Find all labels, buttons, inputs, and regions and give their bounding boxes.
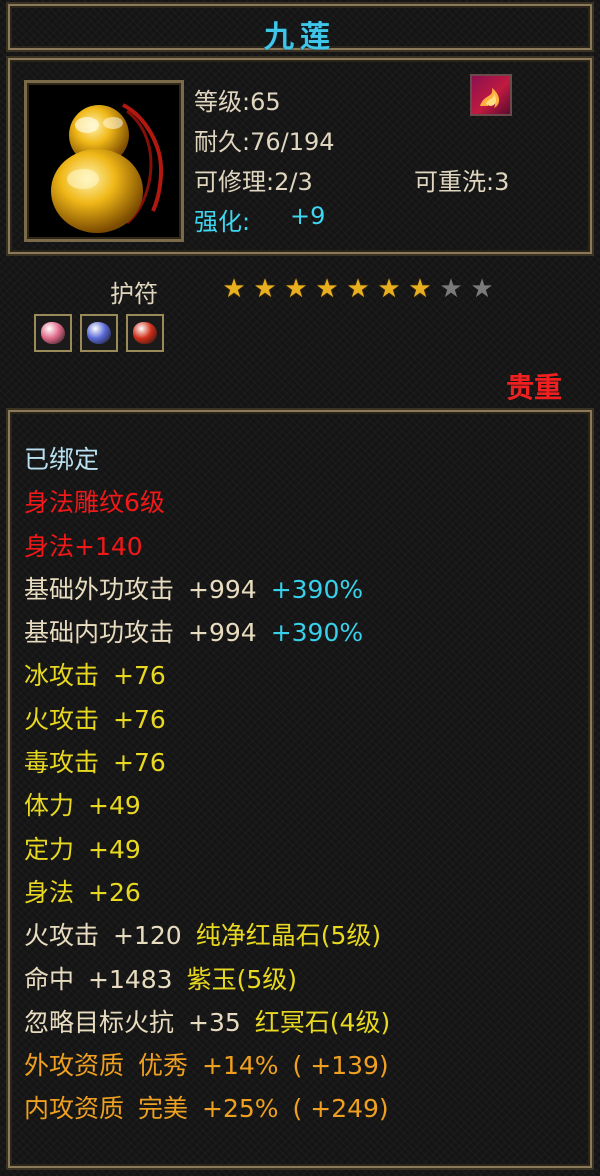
attribute-text: 冰攻击	[24, 661, 100, 691]
attribute-text: +1483	[88, 964, 173, 994]
blue-gem-icon[interactable]	[80, 314, 118, 352]
star-filled-icon: ★	[284, 274, 308, 304]
attribute-text: 已绑定	[24, 445, 100, 474]
red-gem-icon[interactable]	[126, 314, 164, 352]
star-filled-icon: ★	[346, 274, 370, 304]
level: 等级:65	[194, 88, 281, 116]
star-empty-icon: ★	[439, 274, 463, 304]
item-meta: 护符 ★ ★ ★ ★ ★ ★ ★ ★ ★ 贵重	[8, 262, 592, 406]
attribute-text: +25%	[202, 1094, 279, 1124]
star-filled-icon: ★	[222, 274, 246, 304]
attribute-text: 优秀	[138, 1051, 189, 1081]
attribute-row: 冰攻击 +76	[24, 654, 404, 697]
star-rating: ★ ★ ★ ★ ★ ★ ★ ★ ★	[220, 276, 496, 302]
attribute-text: 毒攻击	[24, 748, 100, 778]
attribute-text: 身法+140	[24, 531, 143, 561]
attribute-text: +35	[188, 1007, 241, 1037]
attribute-text: +14%	[202, 1051, 279, 1081]
attribute-row: 已绑定	[24, 438, 404, 481]
rewash-count: 可重洗:3	[414, 168, 510, 196]
attribute-text: 体力	[24, 791, 75, 821]
attribute-text: 火攻击	[24, 921, 100, 951]
attribute-row: 定力 +49	[24, 828, 404, 871]
attribute-row: 基础外功攻击 +994 +390%	[24, 568, 404, 611]
attribute-row: 内攻资质 完美 +25% ( +249)	[24, 1087, 404, 1130]
enhance-value: +9	[290, 202, 326, 230]
attribute-text: 外攻资质	[24, 1051, 125, 1081]
attribute-text: ( +139)	[292, 1051, 389, 1081]
attribute-text: +994	[188, 618, 257, 648]
attribute-text: 定力	[24, 834, 75, 864]
attribute-text: 红冥石(4级)	[254, 1007, 391, 1037]
star-filled-icon: ★	[408, 274, 432, 304]
attribute-row: 基础内功攻击 +994 +390%	[24, 611, 404, 654]
attribute-row: 毒攻击 +76	[24, 741, 404, 784]
attribute-text: 基础外功攻击	[24, 574, 175, 604]
attribute-list: 已绑定身法雕纹6级 身法+140 基础外功攻击 +994 +390% 基础内功攻击 +994…	[24, 438, 404, 1131]
attribute-text: 身法	[24, 877, 75, 907]
enhance-label: 强化:	[194, 208, 251, 236]
attribute-text: 火攻击	[24, 704, 100, 734]
attribute-row: 火攻击 +76	[24, 698, 404, 741]
attribute-text: ( +249)	[292, 1094, 389, 1124]
attribute-text: 完美	[138, 1094, 189, 1124]
attribute-text: +390%	[270, 574, 364, 604]
gem-slots	[34, 314, 164, 352]
attribute-text: +390%	[270, 618, 364, 648]
star-filled-icon: ★	[377, 274, 401, 304]
attribute-text: +76	[113, 661, 166, 691]
repair-count: 可修理:2/3	[194, 168, 313, 196]
attribute-text: 紫玉(5级)	[186, 964, 298, 994]
attribute-row: 外攻资质 优秀 +14% ( +139)	[24, 1044, 404, 1087]
attribute-text: +26	[88, 877, 141, 907]
attribute-row: 忽略目标火抗 +35 红冥石(4级)	[24, 1001, 404, 1044]
item-icon	[24, 80, 184, 242]
attribute-text: +49	[88, 791, 141, 821]
durability: 耐久:76/194	[194, 128, 335, 156]
item-tooltip: 九莲 等级:65 耐久:76/194 可修理:2/3 可重洗:3 强化: +9 …	[0, 0, 600, 1176]
attribute-text: 命中	[24, 964, 75, 994]
attribute-panel: 已绑定身法雕纹6级 身法+140 基础外功攻击 +994 +390% 基础内功攻击 +994…	[8, 410, 592, 1168]
title-bar: 九莲	[8, 4, 592, 55]
star-filled-icon: ★	[253, 274, 277, 304]
attribute-text: +76	[113, 704, 166, 734]
attribute-row: 身法+140	[24, 525, 404, 568]
attribute-text: +49	[88, 834, 141, 864]
gourd-icon	[51, 103, 163, 233]
attribute-text: 忽略目标火抗	[24, 1007, 175, 1037]
attribute-text: 纯净红晶石(5级)	[195, 921, 382, 951]
item-header: 等级:65 耐久:76/194 可修理:2/3 可重洗:3 强化: +9	[8, 58, 592, 254]
attribute-row: 火攻击 +120 纯净红晶石(5级)	[24, 914, 404, 957]
star-filled-icon: ★	[315, 274, 339, 304]
attribute-row: 体力 +49	[24, 784, 404, 827]
flame-skill-icon[interactable]	[470, 74, 512, 116]
attribute-text: 基础内功攻击	[24, 618, 175, 648]
star-empty-icon: ★	[470, 274, 494, 304]
rarity-label: 贵重	[505, 371, 562, 404]
attribute-row: 命中 +1483 紫玉(5级)	[24, 958, 404, 1001]
attribute-text: 身法雕纹6级	[24, 488, 165, 518]
attribute-text: +76	[113, 748, 166, 778]
attribute-text: 内攻资质	[24, 1094, 125, 1124]
attribute-row: 身法雕纹6级	[24, 481, 404, 524]
attribute-row: 身法 +26	[24, 871, 404, 914]
item-type: 护符	[110, 280, 158, 308]
attribute-text: +994	[188, 574, 257, 604]
pink-gem-icon[interactable]	[34, 314, 72, 352]
item-name: 九莲	[264, 20, 336, 55]
attribute-text: +120	[113, 921, 182, 951]
